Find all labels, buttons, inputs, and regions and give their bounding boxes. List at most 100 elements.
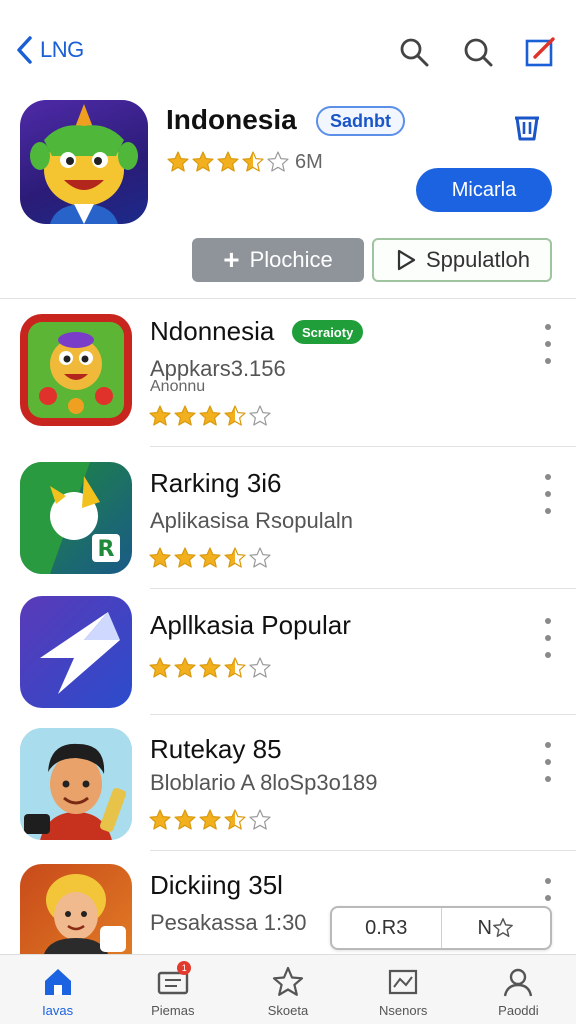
cartoon-man-icon: [20, 728, 132, 840]
tab-label: Nsenors: [379, 1003, 428, 1018]
play-button-label: Sppulatloh: [426, 247, 530, 272]
tab-label: Paoddi: [498, 1003, 539, 1018]
edit-icon: [525, 37, 555, 67]
trash-icon: [515, 116, 539, 141]
app-icon-monster: [20, 314, 132, 426]
primary-action-button[interactable]: Micarla: [416, 168, 552, 212]
lightbulb-icon: R: [20, 462, 120, 574]
star-icon: [249, 657, 271, 678]
app-icon-bolt: [20, 596, 132, 708]
tab-map[interactable]: Nsenors: [346, 955, 461, 1024]
item-title: Dickiing 35l: [150, 870, 283, 900]
svg-text:R: R: [98, 537, 115, 562]
search-button[interactable]: [396, 34, 432, 70]
item-subtitle: Pesakassa 1:30: [150, 910, 307, 935]
star-icon: [174, 547, 196, 568]
star-icon: [149, 657, 171, 678]
star-icon: [174, 809, 196, 830]
search-alt-button[interactable]: [460, 34, 496, 70]
star-icon: [149, 547, 171, 568]
star-icon: [199, 405, 221, 426]
segment-right-label: N: [477, 916, 492, 939]
item-subtitle: Aplikasisa Rsopulaln: [150, 508, 353, 533]
star-icon: [224, 547, 246, 568]
tab-home[interactable]: Iavas: [0, 955, 115, 1024]
star-icon: [272, 966, 304, 996]
divider: [150, 588, 576, 589]
play-icon: [397, 249, 416, 271]
top-nav: LNG: [0, 28, 576, 76]
star-icon: [174, 405, 196, 426]
star-icon: [199, 657, 221, 678]
star-icon: [199, 547, 221, 568]
map-icon: [389, 969, 418, 995]
app-icon-girl: [20, 864, 132, 954]
status-bar: [0, 0, 576, 10]
hero-app-icon[interactable]: [20, 100, 148, 224]
item-title: Rarking 3i6: [150, 468, 282, 498]
star-icon: [224, 657, 246, 678]
star-icon: [192, 151, 214, 172]
tab-favorites[interactable]: Skoeta: [230, 955, 345, 1024]
edit-button[interactable]: [522, 34, 558, 70]
star-icon: [149, 405, 171, 426]
hero-title: Indonesia: [166, 104, 297, 135]
search-icon: [400, 38, 429, 67]
star-icon: [167, 151, 189, 172]
segment-right[interactable]: N: [440, 908, 551, 948]
more-menu-button[interactable]: [536, 618, 560, 658]
segmented-control: 0.R3 N: [330, 906, 552, 950]
more-menu-button[interactable]: [536, 474, 560, 514]
divider: [150, 850, 576, 851]
tab-label: Piemas: [151, 1003, 195, 1018]
chevron-left-icon: [17, 36, 32, 64]
star-rating: [148, 808, 273, 832]
star-icon: [249, 809, 271, 830]
rating-count: 6M: [295, 150, 323, 173]
star-icon: [217, 151, 239, 172]
cartoon-girl-icon: [44, 874, 126, 954]
star-outline-icon: [493, 918, 513, 937]
star-icon: [242, 151, 264, 172]
add-button-label: Plochice: [249, 247, 333, 272]
item-title: Ndonnesia: [150, 316, 275, 346]
item-title: Apllkasia Popular: [150, 610, 351, 640]
play-button[interactable]: Sppulatloh: [372, 238, 552, 282]
bottom-tab-bar: Iavas 1 Piemas Skoeta Nsenors Paoddi: [0, 954, 576, 1024]
tab-messages[interactable]: 1 Piemas: [115, 955, 230, 1024]
add-button[interactable]: + Plochice: [192, 238, 364, 282]
person-icon: [504, 968, 533, 997]
more-menu-button[interactable]: [536, 324, 560, 364]
item-subtitle: Bloblario A 8loSp3o189: [150, 770, 378, 795]
segment-left[interactable]: 0.R3: [332, 908, 441, 948]
status-time: [20, 0, 24, 8]
star-icon: [249, 405, 271, 426]
divider: [150, 446, 576, 447]
monster-face-icon: [30, 104, 138, 224]
item-title: Rutekay 85: [150, 734, 282, 764]
star-icon: [224, 405, 246, 426]
divider: [150, 714, 576, 715]
home-icon: [44, 969, 71, 995]
tab-profile[interactable]: Paoddi: [461, 955, 576, 1024]
star-icon: [267, 151, 289, 172]
item-subtitle-secondary: Anonnu: [150, 378, 206, 395]
star-icon: [174, 657, 196, 678]
hero-badge: Sadnbt: [316, 106, 405, 136]
star-icon: [149, 809, 171, 830]
star-rating: [148, 546, 273, 570]
lightning-bolt-icon: [40, 612, 120, 694]
tab-label: Iavas: [42, 1003, 74, 1018]
back-button[interactable]: LNG: [14, 34, 84, 66]
app-icon-character: [20, 728, 132, 840]
star-icon: [199, 809, 221, 830]
star-rating: [148, 656, 273, 680]
cartoon-creature-icon: [28, 322, 124, 418]
star-rating: [148, 404, 273, 428]
item-badge: Scraioty: [292, 320, 364, 344]
hero-rating: 6M: [166, 150, 323, 174]
back-label: LNG: [40, 37, 84, 62]
plus-icon: +: [223, 244, 240, 275]
more-menu-button[interactable]: [536, 742, 560, 782]
trash-button[interactable]: [508, 108, 546, 146]
